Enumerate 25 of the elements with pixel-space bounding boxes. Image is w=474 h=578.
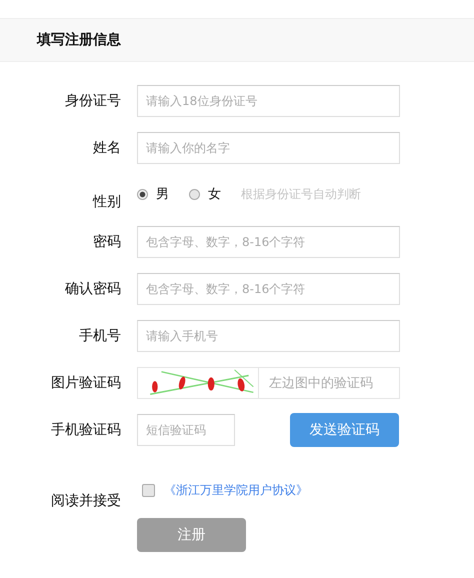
radio-label: 女 [208, 186, 221, 203]
input-field[interactable]: 请输入18位身份证号 [137, 85, 400, 117]
field-label: 性别 [92, 193, 121, 211]
field-label: 密码 [92, 233, 121, 251]
field-label: 图片验证码 [50, 374, 121, 392]
checkbox[interactable] [142, 484, 155, 497]
input-field[interactable]: 包含字母、数字，8-16个字符 [137, 273, 400, 305]
radio-button[interactable] [137, 188, 148, 200]
field-label: 手机验证码 [50, 421, 121, 439]
agree-label: 阅读并接受 [50, 492, 121, 510]
field-label: 手机号 [78, 327, 121, 345]
field-label: 身份证号 [64, 92, 121, 110]
radio-label: 男 [156, 186, 169, 203]
field-label: 姓名 [92, 139, 121, 157]
input-field[interactable]: 包含字母、数字，8-16个字符 [137, 226, 400, 258]
hint-text: 根据身份证号自动判断 [241, 186, 361, 202]
input-field[interactable]: 请输入手机号 [137, 320, 400, 352]
form-title: 填写注册信息 [37, 31, 121, 49]
input-field[interactable]: 左边图中的验证码 [259, 367, 400, 399]
send-code-button[interactable]: 发送验证码 [290, 413, 399, 447]
input-field[interactable]: 短信验证码 [137, 414, 235, 446]
input-field[interactable]: 请输入你的名字 [137, 132, 400, 164]
field-label: 确认密码 [64, 280, 121, 298]
agreement-link[interactable]: 《浙江万里学院用户协议》 [164, 482, 308, 499]
radio-button[interactable] [189, 188, 200, 200]
